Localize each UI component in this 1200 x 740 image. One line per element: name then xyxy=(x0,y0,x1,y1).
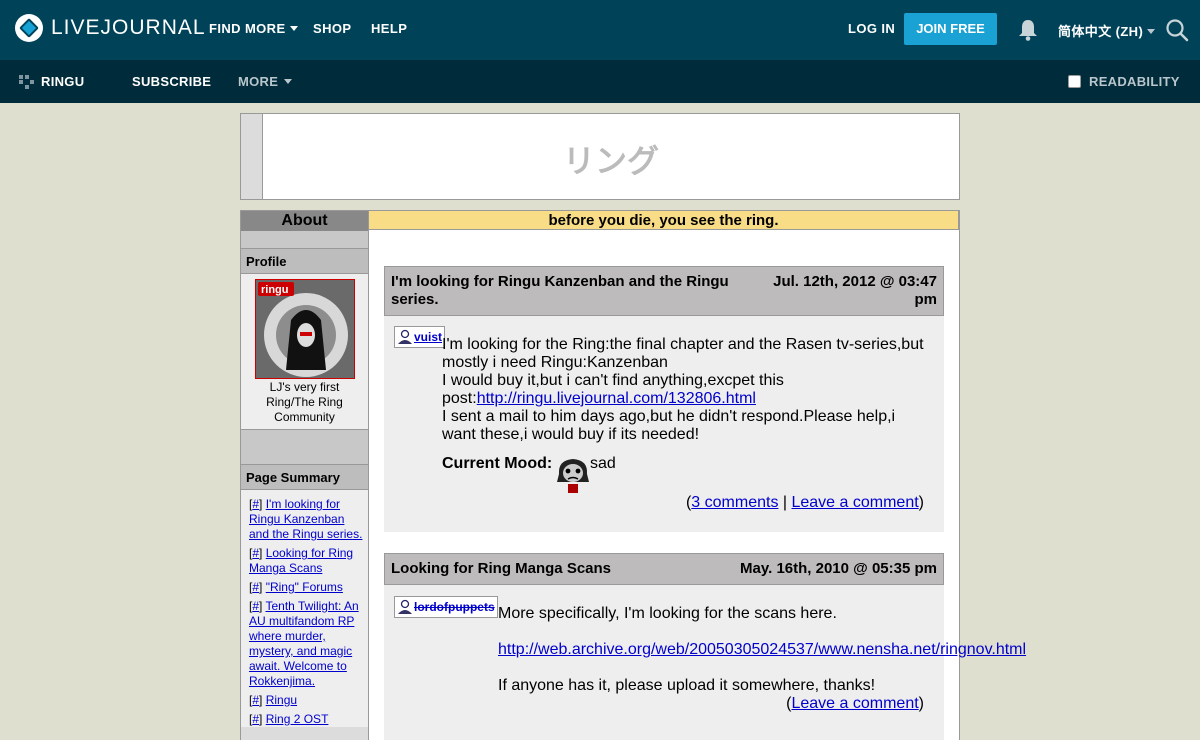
entry-date: Jul. 12th, 2012 @ 03:47 pm xyxy=(773,273,937,308)
userpic-label: ringu xyxy=(261,284,289,296)
summary-link[interactable]: Ring 2 OST xyxy=(266,712,329,726)
entry-text-line: I sent a mail to him days ago,but he did… xyxy=(442,408,896,425)
summary-link[interactable]: Ringu xyxy=(266,693,297,707)
subscribe-button[interactable]: SUBSCRIBE xyxy=(132,74,211,89)
summary-hash-link[interactable]: # xyxy=(252,546,259,560)
more-label: MORE xyxy=(238,74,279,89)
journal-header: リング xyxy=(240,113,960,200)
summary-link[interactable]: I'm looking for Ringu Kanzenban and the … xyxy=(249,497,362,541)
sidebar-spacer xyxy=(241,231,368,249)
language-selector[interactable]: 简体中文 (ZH) xyxy=(1058,21,1156,40)
summary-link[interactable]: Tenth Twilight: An AU multifandom RP whe… xyxy=(249,599,359,688)
poster-badge[interactable]: vuist xyxy=(394,326,446,348)
join-free-button[interactable]: JOIN FREE xyxy=(904,13,997,45)
leave-comment-link[interactable]: Leave a comment xyxy=(791,695,918,712)
entry-body: I'm looking for the Ring:the final chapt… xyxy=(442,336,932,444)
entry-text-line: I'm looking for the Ring:the final chapt… xyxy=(442,336,924,353)
summary-hash-link[interactable]: # xyxy=(252,693,259,707)
readability-label[interactable]: READABILITY xyxy=(1089,74,1180,89)
profile-description-line: LJ's very first xyxy=(269,380,340,394)
page-summary-list: [#] I'm looking for Ringu Kanzenban and … xyxy=(241,490,368,727)
journal-name-link[interactable]: RINGU xyxy=(41,74,84,89)
current-mood-value: sad xyxy=(590,455,616,472)
entry-link-line: http://web.archive.org/web/2005030502453… xyxy=(498,641,1026,659)
sidebar-spacer xyxy=(241,429,368,465)
entry-title: I'm looking for Ringu Kanzenban and the … xyxy=(391,273,729,308)
entry-title: Looking for Ring Manga Scans xyxy=(391,560,612,577)
search-icon[interactable] xyxy=(1165,18,1189,42)
summary-hash-link[interactable]: # xyxy=(252,712,259,726)
bell-icon[interactable] xyxy=(1018,19,1038,41)
login-link[interactable]: LOG IN xyxy=(848,21,895,36)
summary-item: [#] Ringu xyxy=(249,693,298,707)
summary-item: [#] "Ring" Forums xyxy=(249,580,343,594)
more-menu[interactable]: MORE xyxy=(238,74,293,89)
chevron-down-icon xyxy=(1147,29,1156,35)
summary-hash-link[interactable]: # xyxy=(252,599,259,613)
entry-link[interactable]: http://ringu.livejournal.com/132806.html xyxy=(477,390,756,407)
journal-entry: Looking for Ring Manga Scans May. 16th, … xyxy=(384,553,1026,740)
page-summary-heading: Page Summary xyxy=(241,465,368,490)
nav-help[interactable]: HELP xyxy=(371,21,407,36)
entry-text-line: More specifically, I'm looking for the s… xyxy=(498,605,837,622)
nav-find-more-label: FIND MORE xyxy=(209,21,286,36)
summary-link[interactable]: "Ring" Forums xyxy=(266,580,343,594)
user-icon xyxy=(398,329,412,344)
entry-text-line: want these,i would buy if its needed! xyxy=(442,426,700,443)
journal-tagline: before you die, you see the ring. xyxy=(369,210,959,230)
logo-text: LIVEJOURNAL xyxy=(51,16,206,39)
chevron-down-icon xyxy=(289,26,298,32)
entry-footer: (Leave a comment) xyxy=(786,695,924,712)
entry-text-line: post:http://ringu.livejournal.com/132806… xyxy=(442,390,932,408)
profile-description-line: Community xyxy=(274,410,335,424)
readability-checkbox[interactable] xyxy=(1068,75,1081,88)
livejournal-logo-icon xyxy=(15,14,43,42)
nav-find-more[interactable]: FIND MORE xyxy=(209,21,298,36)
entry-text-line: If anyone has it, please upload it somew… xyxy=(498,677,876,694)
sidebar: About Profile ringu LJ's very first Ring… xyxy=(240,210,369,740)
summary-hash-link[interactable]: # xyxy=(252,580,259,594)
userpic-image: ringu xyxy=(255,280,354,378)
entry-header: Looking for Ring Manga Scans May. 16th, … xyxy=(384,553,944,585)
nav-shop[interactable]: SHOP xyxy=(313,21,351,36)
profile-box: ringu LJ's very first Ring/The Ring Comm… xyxy=(241,274,368,429)
entry-link[interactable]: http://web.archive.org/web/2005030502453… xyxy=(498,641,1026,658)
summary-item: [#] Looking for Ring Manga Scans xyxy=(249,546,354,575)
community-grid-icon xyxy=(19,75,34,89)
header-side-strip xyxy=(241,114,263,199)
main-content: before you die, you see the ring. I'm lo… xyxy=(369,210,1026,740)
chevron-down-icon xyxy=(284,79,293,85)
leave-comment-link[interactable]: Leave a comment xyxy=(791,494,918,511)
poster-username-link[interactable]: lordofpuppets xyxy=(414,600,495,614)
livejournal-logo[interactable]: LIVEJOURNAL xyxy=(15,14,206,42)
profile-heading: Profile xyxy=(241,249,368,274)
entry-footer: (3 comments | Leave a comment) xyxy=(685,494,924,511)
journal-title: リング xyxy=(562,142,659,180)
language-label: 简体中文 (ZH) xyxy=(1058,24,1144,39)
top-navigation-bar: LIVEJOURNAL FIND MORE SHOP HELP LOG IN J… xyxy=(0,0,1200,60)
entry-date: May. 16th, 2010 @ 05:35 pm xyxy=(740,560,937,577)
summary-link[interactable]: Looking for Ring Manga Scans xyxy=(249,546,353,575)
poster-badge[interactable]: lordofpuppets xyxy=(394,596,498,618)
entry-header: I'm looking for Ringu Kanzenban and the … xyxy=(384,266,944,316)
entry-text-line: mostly i need Ringu:Kanzenban xyxy=(442,354,668,371)
mood-sad-icon xyxy=(557,459,589,493)
current-mood-label: Current Mood: xyxy=(442,455,553,472)
community-userpic[interactable]: ringu xyxy=(254,279,355,379)
summary-item: [#] Ring 2 OST xyxy=(249,712,329,726)
summary-item: [#] I'm looking for Ringu Kanzenban and … xyxy=(249,497,363,541)
summary-hash-link[interactable]: # xyxy=(252,497,259,511)
summary-item: [#] Tenth Twilight: An AU multifandom RP… xyxy=(249,599,359,688)
journal-entry: I'm looking for Ringu Kanzenban and the … xyxy=(384,266,944,532)
journal-navigation-bar: RINGU SUBSCRIBE MORE READABILITY xyxy=(0,60,1200,103)
entry-text-line: I would buy it,but i can't find anything… xyxy=(442,372,784,389)
about-heading: About xyxy=(241,211,368,231)
profile-description-line: Ring/The Ring xyxy=(266,395,343,409)
post-prefix: post: xyxy=(442,390,477,407)
poster-username-link[interactable]: vuist xyxy=(414,330,442,344)
user-icon xyxy=(398,599,412,614)
comments-link[interactable]: 3 comments xyxy=(691,494,778,511)
